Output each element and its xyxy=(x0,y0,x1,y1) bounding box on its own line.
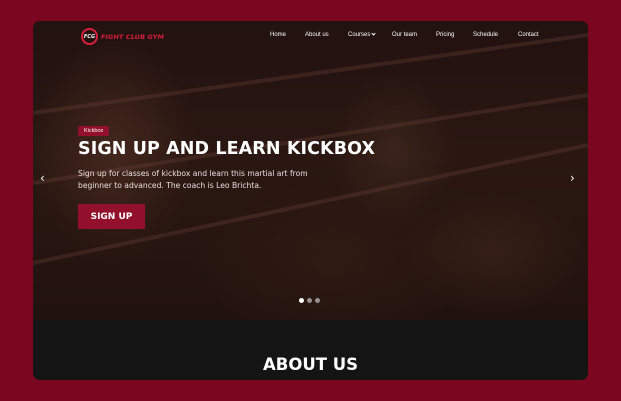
nav-item-courses-label: Courses xyxy=(348,32,371,38)
about-title: ABOUT US xyxy=(262,355,359,374)
chevron-down-icon xyxy=(371,31,376,36)
about-section: ABOUT US xyxy=(33,320,588,380)
chevron-right-icon[interactable]: › xyxy=(570,172,580,184)
slider-dot-1[interactable] xyxy=(299,298,304,303)
nav-item-pricing[interactable]: Pricing xyxy=(436,32,454,38)
hero-section: FCG FIGHT CLUB GYM Home About us Courses… xyxy=(33,21,588,320)
hero-tag: Kickbox xyxy=(78,126,110,136)
chevron-left-icon[interactable]: ‹ xyxy=(40,172,50,184)
hero-title: SIGN UP AND LEARN KICKBOX xyxy=(78,139,376,159)
nav-item-our-team[interactable]: Our team xyxy=(392,32,417,38)
nav-item-about-us[interactable]: About us xyxy=(305,32,329,38)
nav-item-contact[interactable]: Contact xyxy=(518,32,539,38)
top-navigation: FCG FIGHT CLUB GYM Home About us Courses… xyxy=(33,21,588,51)
nav-item-courses[interactable]: Courses xyxy=(348,31,376,38)
nav-menu: Home About us Courses Our team Pricing S… xyxy=(33,31,588,42)
browser-viewport: FCG FIGHT CLUB GYM Home About us Courses… xyxy=(33,21,588,380)
nav-item-home[interactable]: Home xyxy=(270,32,286,38)
slider-dots xyxy=(299,298,320,303)
sign-up-button[interactable]: SIGN UP xyxy=(78,204,145,229)
nav-item-schedule[interactable]: Schedule xyxy=(473,32,498,38)
slider-dot-3[interactable] xyxy=(315,298,320,303)
slider-dot-2[interactable] xyxy=(307,298,312,303)
hero-description: Sign up for classes of kickbox and learn… xyxy=(78,169,308,190)
